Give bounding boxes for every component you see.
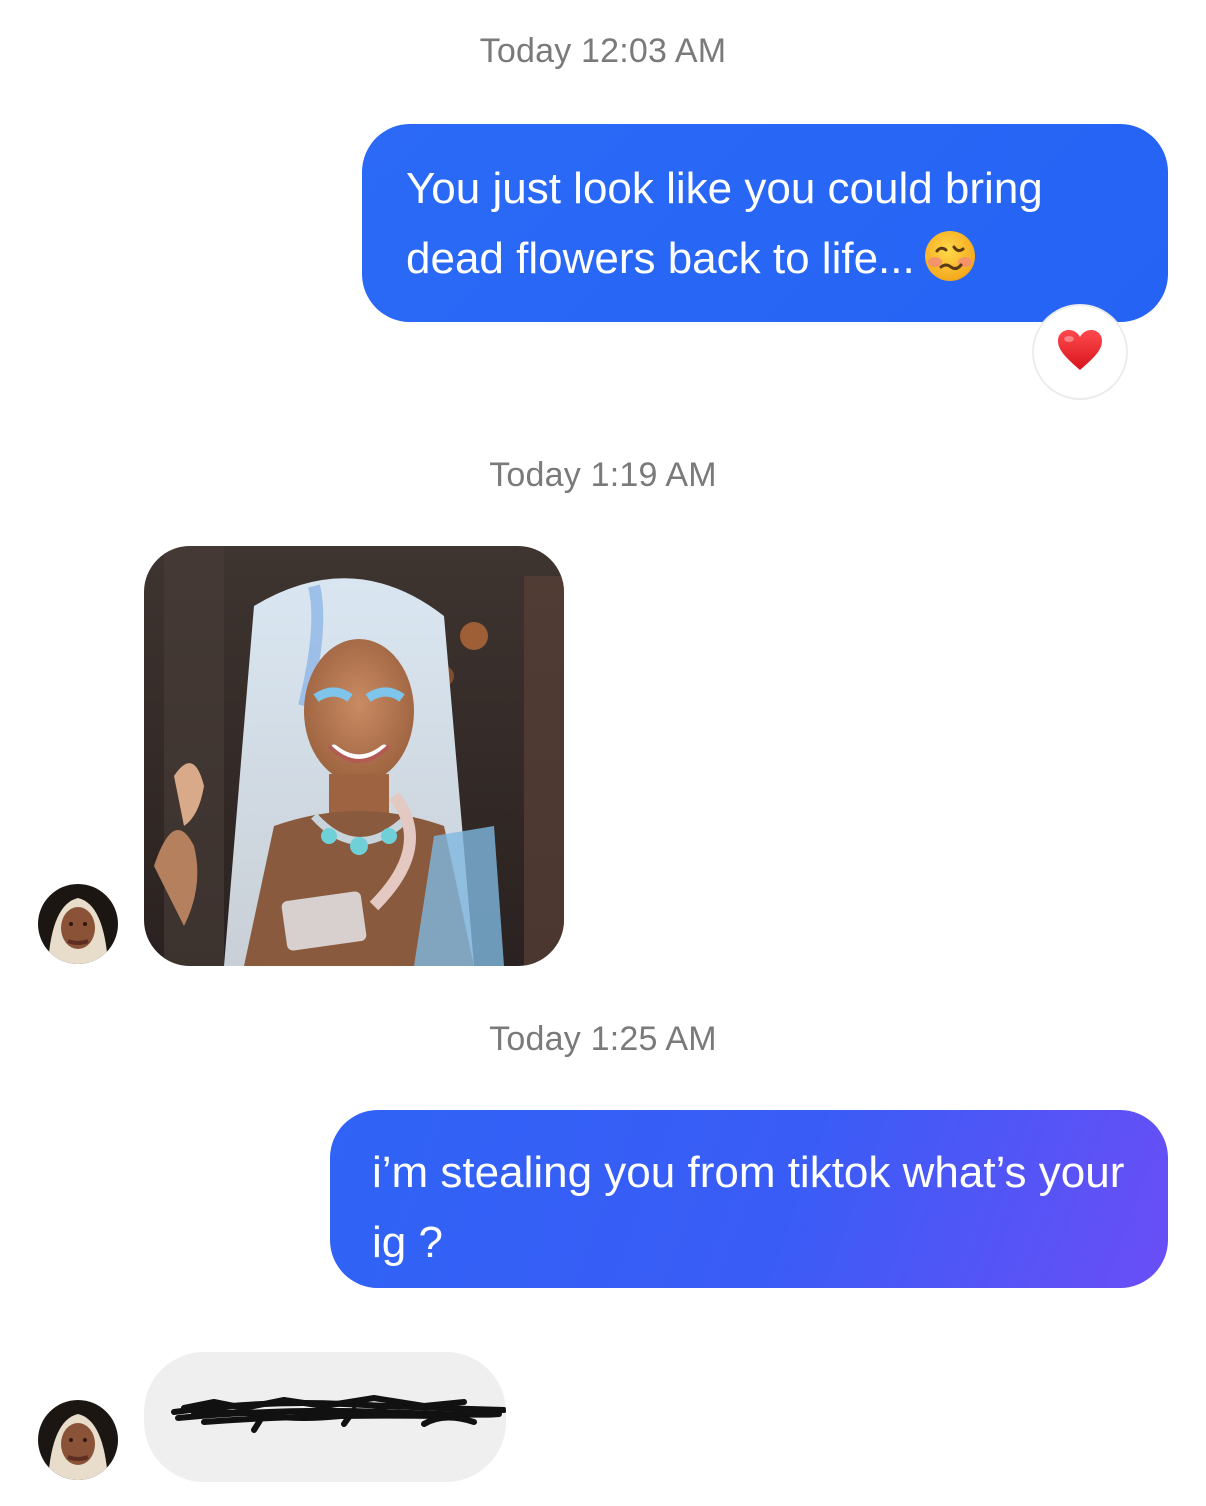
avatar[interactable] (38, 1400, 118, 1480)
heart-icon (1056, 328, 1104, 377)
message-reaction[interactable] (1034, 306, 1126, 398)
redaction-scribble-icon (144, 1395, 506, 1482)
avatar[interactable] (38, 884, 118, 964)
timestamp: Today 1:25 AM (489, 1020, 717, 1058)
sent-message-bubble[interactable]: You just look like you could bring dead … (362, 124, 1168, 322)
timestamp: Today 12:03 AM (479, 32, 727, 70)
timestamp: Today 1:19 AM (489, 456, 717, 494)
woozy-face-icon (923, 229, 977, 283)
received-photo[interactable] (144, 546, 564, 966)
received-message-bubble[interactable] (144, 1352, 506, 1482)
sent-message-bubble[interactable]: i’m stealing you from tiktok what’s your… (330, 1110, 1168, 1288)
message-text: i’m stealing you from tiktok what’s your… (372, 1148, 1125, 1267)
